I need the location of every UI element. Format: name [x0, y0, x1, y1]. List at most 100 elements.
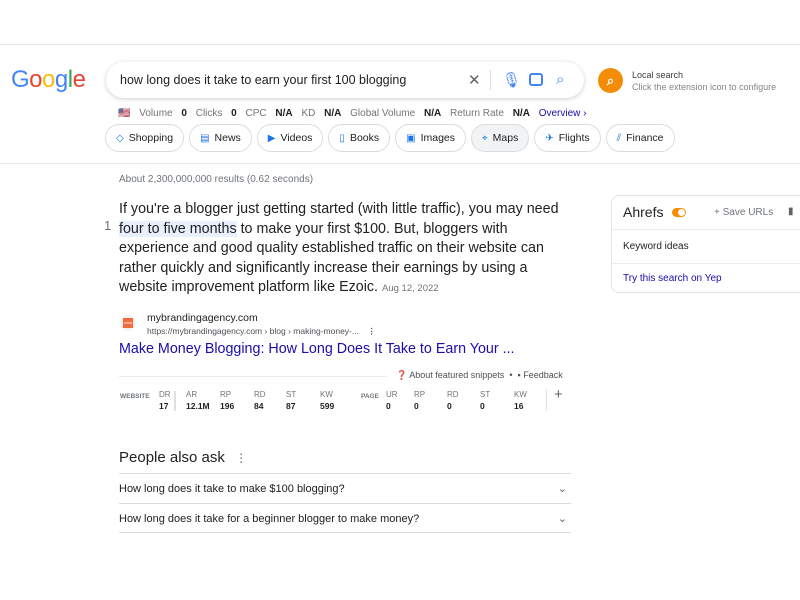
plane-icon: ✈ — [545, 133, 554, 144]
snippet-date: Aug 12, 2022 — [382, 283, 439, 294]
result-url[interactable]: https://mybrandingagency.com › blog › ma… — [147, 326, 376, 337]
question-text: How long does it take for a beginner blo… — [119, 513, 420, 525]
stat-label: Global Volume — [350, 108, 416, 119]
stat-value: N/A — [423, 108, 442, 119]
page-label: PAGE — [361, 393, 379, 400]
chip-label: Videos — [280, 132, 313, 144]
chip-label: Flights — [558, 132, 590, 144]
snippet-number: 1 — [104, 218, 112, 233]
more-options-icon[interactable]: ⋮ — [235, 451, 247, 465]
save-urls-button[interactable]: + Save URLs — [714, 207, 773, 218]
finance-icon: ⫽ — [616, 133, 622, 144]
chip-news[interactable]: ▤ News — [189, 124, 252, 152]
favicon-logo: mba — [123, 318, 133, 328]
chip-label: Books — [349, 132, 380, 144]
add-icon[interactable]: + — [554, 386, 563, 403]
camera-icon[interactable] — [529, 73, 543, 86]
website-label: WEBSITE — [120, 393, 150, 400]
stat-value: N/A — [324, 108, 342, 119]
local-search-subtitle: Click the extension icon to configure — [632, 82, 777, 92]
flag-icon: 🇺🇸 — [118, 108, 131, 119]
results-count: About 2,300,000,000 results (0.62 second… — [119, 174, 314, 185]
snippet-highlight: four to five months — [119, 220, 237, 237]
metric-rp: RP 196 — [220, 390, 235, 411]
chevron-down-icon: ⌄ — [557, 513, 567, 525]
keyword-ideas[interactable]: Keyword ideas — [612, 230, 800, 264]
tag-icon: ◇ — [116, 133, 124, 144]
search-icon[interactable]: ⌕ — [556, 71, 564, 88]
stat-label: Clicks — [195, 108, 223, 119]
snippet-divider — [119, 376, 387, 377]
image-icon: ▣ — [406, 133, 416, 144]
chip-label: Images — [420, 132, 456, 144]
url-text: https://mybrandingagency.com › blog › ma… — [147, 326, 359, 336]
search-filter-chips: ◇ Shopping ▤ News ▶ Videos ▯ Books ▣ Images ⌖… — [105, 124, 675, 152]
stat-label: CPC — [245, 108, 267, 119]
yep-search-link[interactable]: Try this search on Yep — [612, 264, 800, 294]
search-input[interactable]: how long does it take to earn your first… — [120, 73, 406, 87]
featured-snippet: If you're a blogger just getting started… — [119, 200, 569, 299]
keyword-stats: 🇺🇸 Volume 0 Clicks 0 CPC N/A KD N/A Glob… — [118, 108, 593, 119]
stat-value: 0 — [181, 108, 187, 119]
dr-bar — [174, 391, 176, 411]
separator — [490, 70, 491, 90]
chip-label: Shopping — [128, 132, 174, 144]
top-divider — [0, 44, 800, 45]
metric-dr: DR 17 — [159, 390, 171, 411]
clipboard-icon[interactable]: ▮ — [788, 206, 794, 217]
metric-page-rp: RP 0 — [414, 390, 426, 411]
clear-icon[interactable]: ✕ — [468, 71, 481, 89]
chip-images[interactable]: ▣ Images — [395, 124, 467, 152]
local-search-title: Local search — [632, 70, 684, 80]
about-snippets-link[interactable]: About featured snippets — [409, 370, 504, 380]
chip-books[interactable]: ▯ Books — [328, 124, 391, 152]
stat-value: 0 — [231, 108, 237, 119]
header-divider — [0, 163, 800, 164]
microphone-icon[interactable]: 🎙 — [502, 71, 521, 89]
snippet-text: If you're a blogger just getting started… — [119, 201, 559, 217]
metric-page-rd: RD 0 — [447, 390, 459, 411]
paa-question[interactable]: How long does it take to make $100 blogg… — [119, 473, 571, 503]
stat-value: N/A — [275, 108, 293, 119]
chevron-down-icon: ⌄ — [557, 483, 567, 495]
result-title-link[interactable]: Make Money Blogging: How Long Does It Ta… — [119, 341, 515, 357]
metrics-divider — [546, 389, 547, 411]
overview-link[interactable]: Overview › — [539, 108, 587, 119]
google-logo[interactable]: Google — [11, 66, 86, 94]
ahrefs-panel: Ahrefs + Save URLs ▮ Keyword ideas Try t… — [611, 195, 800, 293]
stat-label: Return Rate — [449, 108, 504, 119]
metric-ar: AR 12.1M — [186, 390, 210, 411]
local-search-button[interactable]: ⌕ — [598, 68, 623, 93]
ahrefs-toggle[interactable] — [672, 208, 686, 217]
metric-rd: RD 84 — [254, 390, 266, 411]
help-icon: ❓ — [396, 370, 408, 380]
chip-videos[interactable]: ▶ Videos — [256, 124, 324, 152]
metric-page-kw: KW 16 — [514, 390, 527, 411]
stat-label: Volume — [139, 108, 173, 119]
news-icon: ▤ — [200, 133, 210, 144]
chip-label: Finance — [626, 132, 664, 144]
paa-question[interactable]: How long does it take for a beginner blo… — [119, 503, 571, 533]
search-box[interactable]: how long does it take to earn your first… — [106, 62, 584, 98]
chip-finance[interactable]: ⫽ Finance — [605, 124, 675, 152]
ahrefs-title: Ahrefs — [623, 204, 664, 220]
chip-shopping[interactable]: ◇ Shopping — [105, 124, 185, 152]
feedback-icon: ▪ — [517, 370, 521, 380]
snippet-footer: ❓ About featured snippets • ▪ Feedback — [396, 370, 563, 380]
people-also-ask-title: People also ask ⋮ — [119, 449, 248, 466]
chip-label: Maps — [492, 132, 519, 144]
chip-flights[interactable]: ✈ Flights — [534, 124, 601, 152]
chip-maps[interactable]: ⌖ Maps — [471, 124, 530, 152]
stat-label: KD — [301, 108, 316, 119]
ahrefs-header: Ahrefs + Save URLs ▮ — [612, 196, 800, 230]
stat-value: N/A — [512, 108, 530, 119]
site-favicon: mba — [120, 315, 136, 331]
chip-label: News — [214, 132, 241, 144]
metric-page-st: ST 0 — [480, 390, 491, 411]
result-site[interactable]: mybrandingagency.com — [147, 312, 258, 324]
more-options-icon[interactable]: ⋮ — [367, 326, 376, 336]
feedback-link[interactable]: Feedback — [523, 370, 563, 380]
video-icon: ▶ — [267, 133, 276, 144]
question-text: How long does it take to make $100 blogg… — [119, 483, 345, 495]
metric-st: ST 87 — [286, 390, 297, 411]
